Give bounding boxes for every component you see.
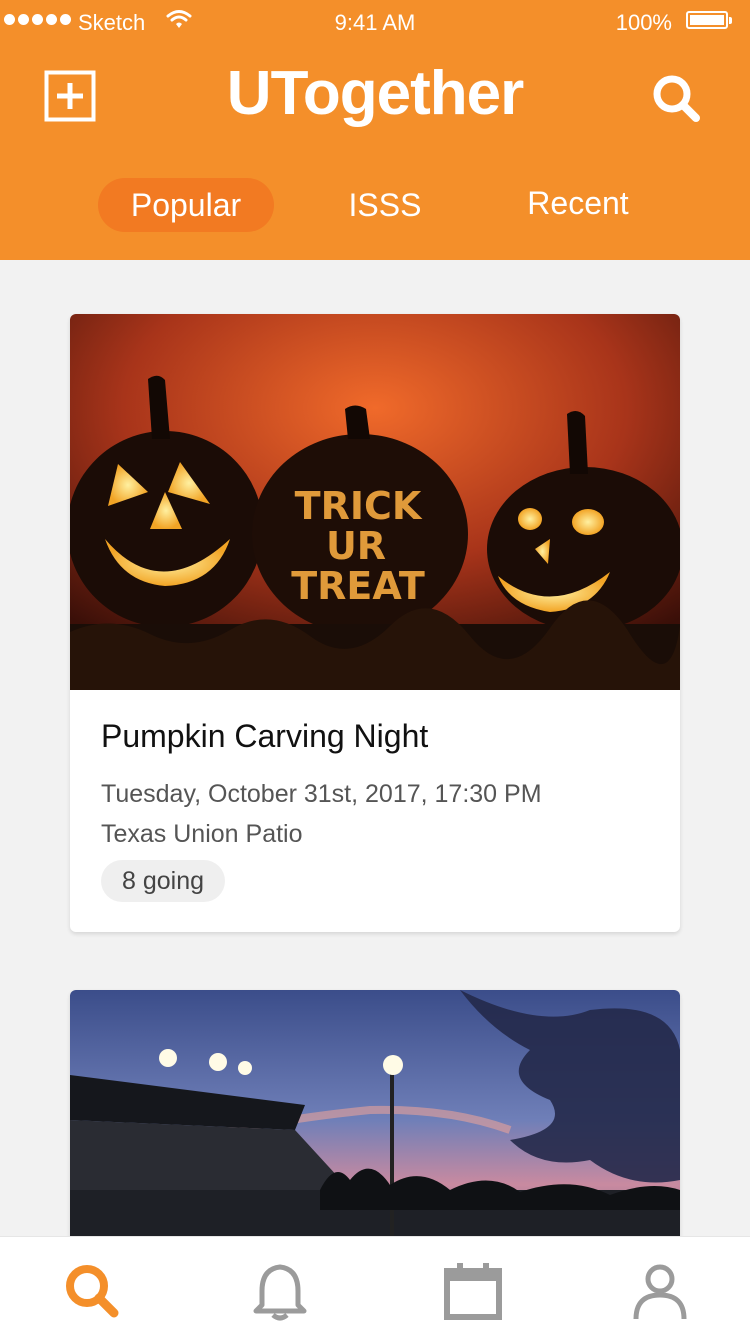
event-image-halloween-pumpkins: TRICK UR TREAT: [70, 314, 680, 690]
search-icon[interactable]: [62, 1261, 122, 1321]
user-icon[interactable]: [630, 1261, 690, 1321]
bottom-tab-bar: [0, 1236, 750, 1335]
svg-text:UR: UR: [326, 524, 386, 568]
event-date: Tuesday, October 31st, 2017, 17:30 PM: [101, 780, 542, 808]
going-count-badge[interactable]: 8 going: [101, 860, 226, 902]
app-title: UTogether: [226, 59, 524, 128]
event-image-stadium: [70, 990, 680, 1250]
status-bar: Sketch 9:41 AM 100%: [0, 0, 750, 44]
app-header: Sketch 9:41 AM 100% UTogether Popular IS…: [0, 0, 750, 260]
battery-percentage: 100%: [615, 10, 672, 35]
bell-icon[interactable]: [250, 1261, 310, 1321]
svg-text:TRICK: TRICK: [295, 484, 423, 528]
tab-isss[interactable]: ISSS: [330, 178, 440, 232]
event-location: Texas Union Patio: [101, 820, 303, 848]
tab-recent[interactable]: Recent: [510, 176, 646, 230]
calendar-icon[interactable]: [443, 1261, 503, 1321]
event-title[interactable]: Pumpkin Carving Night: [101, 718, 428, 755]
tab-popular[interactable]: Popular: [98, 178, 274, 232]
search-icon[interactable]: [650, 72, 702, 124]
svg-text:TREAT: TREAT: [291, 564, 425, 608]
battery-icon: [686, 11, 732, 29]
event-card[interactable]: TRICK UR TREAT Pumpkin Carving Night Tue…: [70, 314, 680, 932]
event-card[interactable]: [70, 990, 680, 1250]
